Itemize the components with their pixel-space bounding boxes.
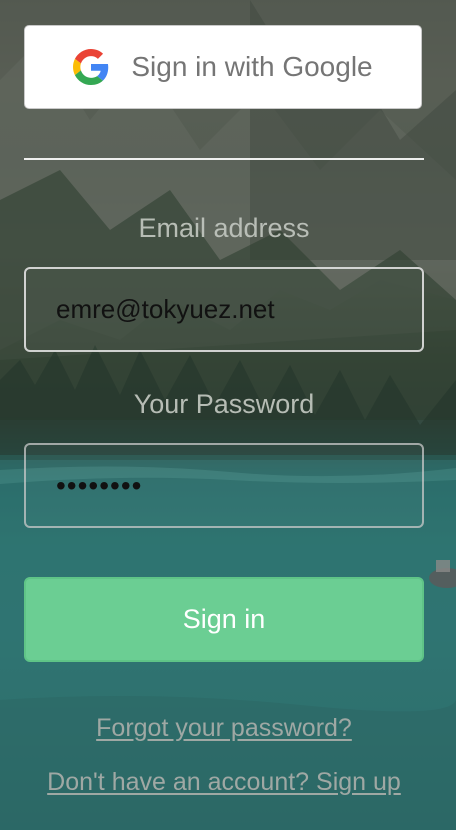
signin-button[interactable]: Sign in [24, 577, 424, 662]
password-label: Your Password [133, 389, 315, 419]
signup-link[interactable]: Don't have an account? Sign up [0, 768, 448, 797]
email-label: Email address [138, 213, 310, 243]
google-signin-label: Sign in with Google [131, 51, 373, 82]
password-input[interactable] [24, 443, 424, 528]
google-signin-button[interactable]: Sign in with Google [24, 25, 422, 109]
divider [24, 158, 424, 160]
google-logo-icon [73, 49, 109, 85]
forgot-password-link[interactable]: Forgot your password? [0, 714, 448, 743]
email-input[interactable] [24, 267, 424, 352]
